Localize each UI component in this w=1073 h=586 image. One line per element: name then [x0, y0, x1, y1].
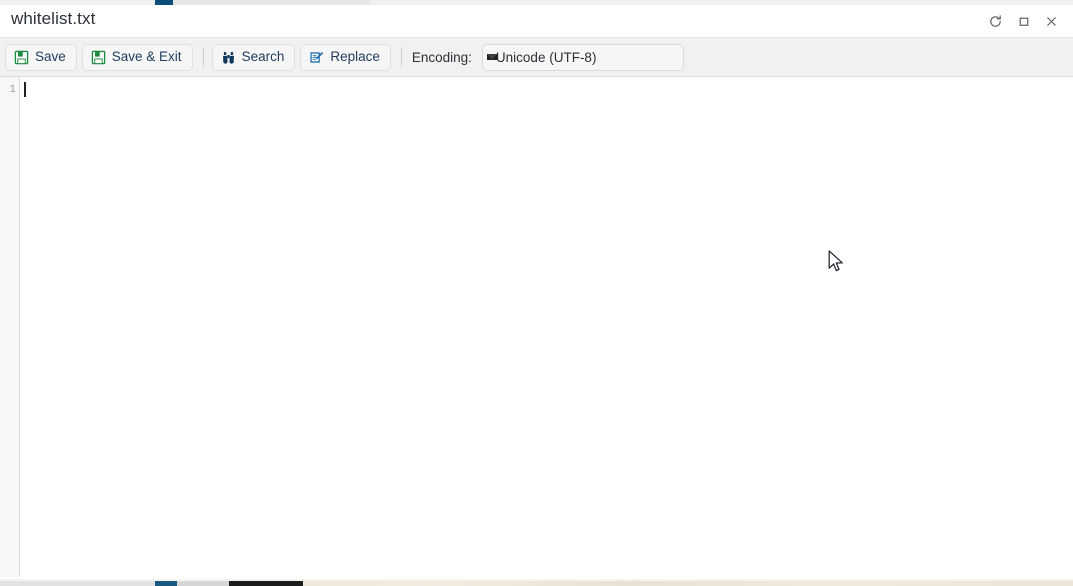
editor-area[interactable]: 1 — [0, 77, 1073, 577]
document-pencil-icon — [309, 50, 324, 65]
taskbar-warm-segment — [303, 581, 1073, 586]
text-editor-window: whitelist.txt Save Save & Exit Search Re… — [0, 0, 1073, 586]
taskbar-row — [0, 581, 1073, 586]
replace-button[interactable]: Replace — [300, 43, 391, 71]
chevron-down-icon — [486, 54, 497, 60]
window-controls — [981, 5, 1065, 38]
floppy-disk-icon — [14, 50, 29, 65]
encoding-select-value: Unicode (UTF-8) — [495, 49, 597, 65]
save-button[interactable]: Save — [5, 43, 77, 71]
taskbar-gray-segment — [177, 581, 229, 586]
encoding-select[interactable]: Unicode (UTF-8) — [481, 43, 684, 71]
replace-button-label: Replace — [330, 49, 380, 65]
text-caret — [24, 82, 26, 97]
binoculars-icon — [221, 50, 236, 65]
toolbar: Save Save & Exit Search Replace Encoding… — [0, 38, 1073, 77]
save-and-exit-button-label: Save & Exit — [111, 49, 182, 65]
background-taskbar-sliver — [0, 577, 1073, 586]
save-button-label: Save — [35, 49, 66, 65]
line-number: 1 — [9, 84, 16, 96]
maximize-icon[interactable] — [1009, 8, 1037, 36]
toolbar-separator — [400, 47, 402, 67]
title-bar: whitelist.txt — [0, 5, 1073, 38]
taskbar-left-segment — [0, 581, 155, 586]
toolbar-separator — [202, 47, 204, 67]
search-button-label: Search — [241, 49, 285, 65]
encoding-label: Encoding: — [411, 49, 472, 65]
taskbar-accent-segment — [155, 581, 177, 586]
page-title: whitelist.txt — [11, 9, 96, 28]
line-number-gutter: 1 — [0, 77, 20, 577]
refresh-icon[interactable] — [981, 8, 1009, 36]
code-text-area[interactable] — [20, 77, 1073, 577]
taskbar-dark-segment — [229, 581, 303, 586]
floppy-disk-icon — [91, 50, 106, 65]
save-and-exit-button[interactable]: Save & Exit — [81, 43, 193, 71]
close-icon[interactable] — [1037, 8, 1065, 36]
search-button[interactable]: Search — [211, 43, 296, 71]
